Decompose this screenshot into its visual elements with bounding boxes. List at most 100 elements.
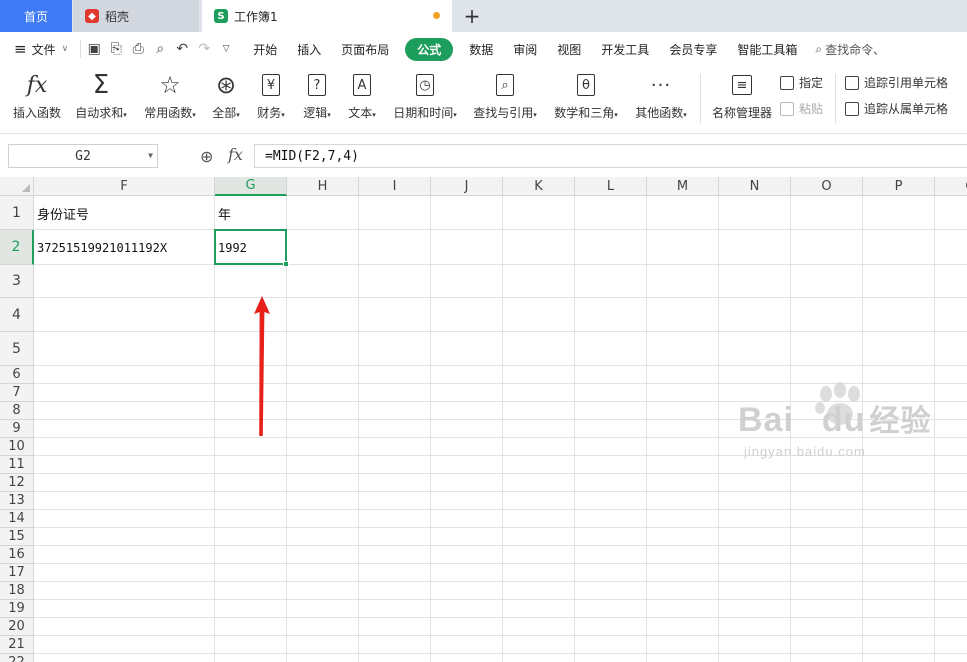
watermark-experience: 经验 <box>869 405 932 438</box>
column-header-K[interactable]: K <box>503 177 575 196</box>
menu-tab-developer[interactable]: 开发工具 <box>591 41 659 58</box>
all-functions-button[interactable]: ⊛ 全部▾ <box>206 70 246 128</box>
cell-F1[interactable]: 身份证号 <box>34 196 215 230</box>
grid-line <box>34 365 967 366</box>
row-header-20[interactable]: 20 <box>0 618 34 636</box>
insert-function-button[interactable]: fx 插入函数 <box>10 70 64 128</box>
math-label: 数学和三角 <box>554 106 615 120</box>
datetime-functions-button[interactable]: ◷ 日期和时间▾ <box>390 70 460 128</box>
row-header-17[interactable]: 17 <box>0 564 34 582</box>
name-manager-button[interactable]: ≡ 名称管理器 <box>708 70 776 128</box>
column-header-Q[interactable]: Q <box>935 177 967 196</box>
other-functions-button[interactable]: ··· 其他函数▾ <box>631 70 691 128</box>
menu-tab-formulas[interactable]: 公式 <box>405 37 454 61</box>
row-header-16[interactable]: 16 <box>0 546 34 564</box>
cell-G1-text: 年 <box>218 207 232 223</box>
row-header-3[interactable]: 3 <box>0 265 34 298</box>
column-header-I[interactable]: I <box>359 177 431 196</box>
autosum-button[interactable]: Σ 自动求和▾ <box>70 70 132 128</box>
grid-line <box>34 545 967 546</box>
export-icon[interactable]: ⎘ <box>105 38 127 60</box>
new-tab-button[interactable]: + <box>460 0 484 32</box>
watermark-du: du <box>821 401 866 439</box>
grid-line <box>34 491 967 492</box>
fill-handle[interactable] <box>283 261 289 267</box>
menu-tab-data[interactable]: 数据 <box>459 41 503 58</box>
row-header-12[interactable]: 12 <box>0 474 34 492</box>
row-header-15[interactable]: 15 <box>0 528 34 546</box>
tab-workbook-label: 工作簿1 <box>234 9 278 24</box>
menu-bar: ≡ 文件 ∨ ▣ ⎘ ⎙ ⌕ ↶ ↷ ▽ 开始 插入 页面布局 公式 数据 审阅… <box>0 32 967 66</box>
paste-names-button[interactable]: 粘贴 <box>780 100 823 117</box>
row-header-14[interactable]: 14 <box>0 510 34 528</box>
row-header-19[interactable]: 19 <box>0 600 34 618</box>
undo-icon[interactable]: ↶ <box>171 38 193 60</box>
print-preview-icon[interactable]: ⌕ <box>149 38 171 60</box>
zoom-search-icon[interactable]: ⊕ <box>200 147 213 166</box>
row-header-4[interactable]: 4 <box>0 298 34 332</box>
row-header-7[interactable]: 7 <box>0 384 34 402</box>
row-header-9[interactable]: 9 <box>0 420 34 438</box>
table-grid-icon <box>780 75 794 90</box>
common-functions-button[interactable]: ☆ 常用函数▾ <box>140 70 200 128</box>
row-header-18[interactable]: 18 <box>0 582 34 600</box>
command-search-label: 查找命令、 <box>825 42 886 57</box>
menu-tab-insert[interactable]: 插入 <box>287 41 331 58</box>
file-menu[interactable]: ≡ 文件 ∨ <box>0 40 78 58</box>
row-header-10[interactable]: 10 <box>0 438 34 456</box>
specify-button[interactable]: 指定 <box>780 74 823 91</box>
tab-daoke[interactable]: ◆ 稻壳 <box>73 0 199 32</box>
row-header-5[interactable]: 5 <box>0 332 34 366</box>
row-header-11[interactable]: 11 <box>0 456 34 474</box>
cell-F2[interactable]: 37251519921011192X <box>34 230 215 265</box>
row-header-2[interactable]: 2 <box>0 230 34 265</box>
row-header-8[interactable]: 8 <box>0 402 34 420</box>
math-functions-button[interactable]: θ 数学和三角▾ <box>551 70 621 128</box>
column-header-F[interactable]: F <box>34 177 215 196</box>
finance-functions-button[interactable]: ¥ 财务▾ <box>252 70 290 128</box>
column-header-O[interactable]: O <box>791 177 863 196</box>
column-header-G[interactable]: G <box>215 177 287 196</box>
row-header-22[interactable]: 22 <box>0 654 34 662</box>
menu-tab-smart-tools[interactable]: 智能工具箱 <box>727 41 807 58</box>
command-search[interactable]: ⌕ 查找命令、 <box>807 41 895 58</box>
column-header-M[interactable]: M <box>647 177 719 196</box>
column-header-L[interactable]: L <box>575 177 647 196</box>
trace-dependents-button[interactable]: 追踪从属单元格 <box>845 100 948 117</box>
column-header-J[interactable]: J <box>431 177 503 196</box>
trace-precedents-button[interactable]: 追踪引用单元格 <box>845 74 948 91</box>
grid-line <box>34 563 967 564</box>
column-header-P[interactable]: P <box>863 177 935 196</box>
redo-icon[interactable]: ↷ <box>193 38 215 60</box>
menu-tab-view[interactable]: 视图 <box>547 41 591 58</box>
tab-workbook[interactable]: S 工作簿1 <box>202 0 452 32</box>
row-header-21[interactable]: 21 <box>0 636 34 654</box>
row-header-13[interactable]: 13 <box>0 492 34 510</box>
column-header-H[interactable]: H <box>287 177 359 196</box>
plus-icon: + <box>463 4 481 28</box>
tab-home[interactable]: 首页 <box>0 0 72 32</box>
grid-line <box>34 527 967 528</box>
cell-G1[interactable]: 年 <box>215 196 287 230</box>
sigma-icon: Σ <box>92 70 110 100</box>
name-manager-icon: ≡ <box>732 75 752 95</box>
menu-tab-page-layout[interactable]: 页面布局 <box>331 41 399 58</box>
select-all-corner[interactable] <box>0 177 34 196</box>
formula-input[interactable]: =MID(F2,7,4) <box>254 144 967 168</box>
dropdown-caret-icon: ▾ <box>372 111 376 119</box>
menu-tab-home[interactable]: 开始 <box>243 41 287 58</box>
row-header-6[interactable]: 6 <box>0 366 34 384</box>
text-functions-button[interactable]: A 文本▾ <box>343 70 381 128</box>
print-icon[interactable]: ⎙ <box>127 38 149 60</box>
row-header-1[interactable]: 1 <box>0 196 34 230</box>
logic-functions-button[interactable]: ? 逻辑▾ <box>298 70 336 128</box>
quick-access-more-icon[interactable]: ▽ <box>215 38 237 60</box>
save-icon[interactable]: ▣ <box>83 38 105 60</box>
lookup-functions-button[interactable]: ⌕ 查找与引用▾ <box>470 70 540 128</box>
insert-function-fx-icon[interactable]: fx <box>228 145 243 164</box>
name-box[interactable]: G2 ▼ <box>8 144 158 168</box>
column-header-N[interactable]: N <box>719 177 791 196</box>
menu-tab-member[interactable]: 会员专享 <box>659 41 727 58</box>
menu-tab-review[interactable]: 审阅 <box>503 41 547 58</box>
grid-line <box>34 331 967 332</box>
